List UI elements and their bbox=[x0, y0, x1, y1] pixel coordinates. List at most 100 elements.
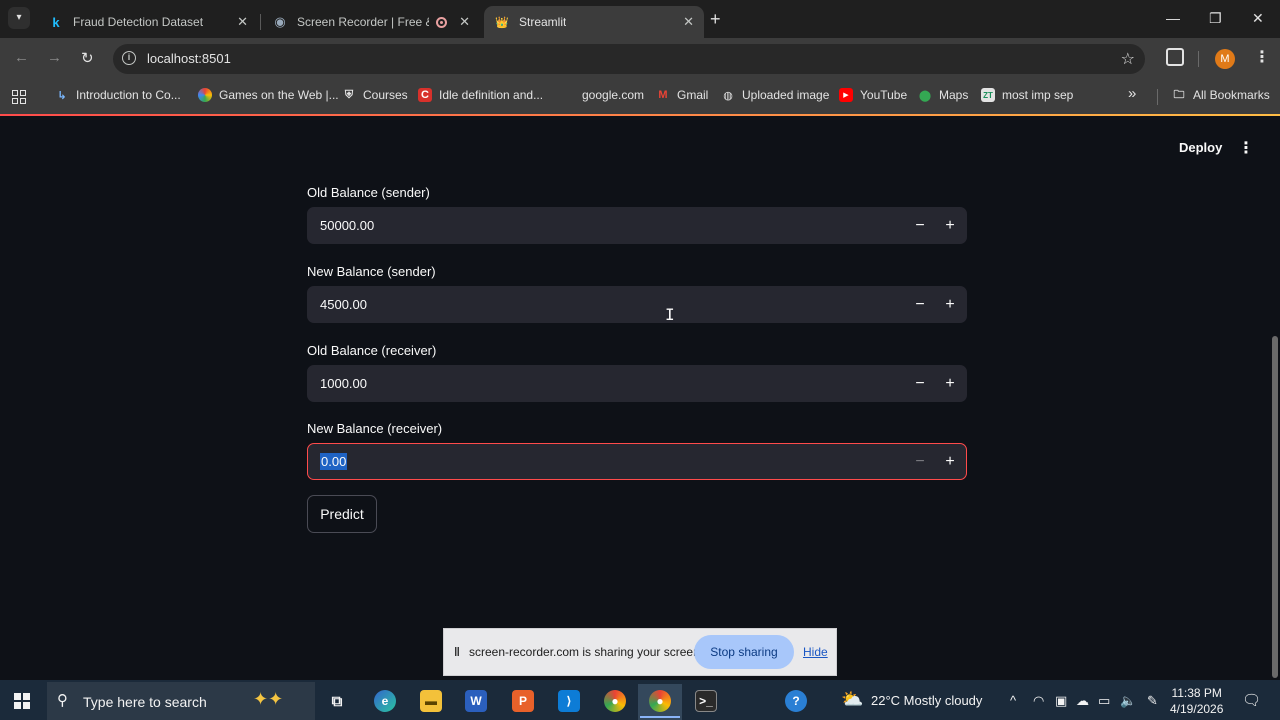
tray-app-icon[interactable]: ▣ bbox=[1055, 693, 1067, 709]
gmail-icon: M bbox=[658, 89, 668, 101]
vscode-icon[interactable]: ⟩ bbox=[558, 690, 580, 712]
more-bookmarks-icon[interactable]: » bbox=[1128, 85, 1136, 102]
bookmark-games[interactable]: Games on the Web |... bbox=[198, 88, 339, 102]
help-icon[interactable]: ? bbox=[785, 690, 807, 712]
onedrive-icon[interactable]: ☁ bbox=[1076, 693, 1089, 709]
page-scrollbar[interactable] bbox=[1272, 336, 1278, 678]
bookmark-label: most imp sep bbox=[1002, 88, 1074, 102]
pen-icon[interactable]: ✎ bbox=[1147, 693, 1158, 709]
chrome-active-icon[interactable]: ● bbox=[649, 690, 671, 712]
extensions-icon[interactable] bbox=[1166, 48, 1184, 66]
increment-button[interactable]: + bbox=[940, 374, 960, 394]
sharing-message: screen-recorder.com is sharing your scre… bbox=[469, 645, 704, 659]
tab-title: Screen Recorder | Free & O bbox=[297, 15, 429, 29]
bookmark-courses[interactable]: ⛨ Courses bbox=[342, 88, 408, 102]
notifications-icon[interactable]: 🗨 bbox=[1242, 691, 1261, 709]
close-icon[interactable]: ✕ bbox=[683, 14, 694, 30]
battery-icon[interactable]: ▭ bbox=[1098, 693, 1110, 709]
tab-fraud-detection-dataset[interactable]: k Fraud Detection Dataset ✕ bbox=[38, 6, 258, 38]
search-placeholder: Type here to search bbox=[83, 694, 207, 710]
increment-button[interactable]: + bbox=[940, 452, 960, 472]
bookmark-label: Games on the Web |... bbox=[219, 88, 339, 102]
close-icon[interactable]: ✕ bbox=[237, 14, 248, 30]
window-close-icon[interactable]: ✕ bbox=[1252, 10, 1264, 27]
bookmark-idle-definition[interactable]: C Idle definition and... bbox=[418, 88, 543, 102]
decrement-button[interactable]: − bbox=[910, 216, 930, 236]
file-explorer-icon[interactable]: ▬ bbox=[420, 690, 442, 712]
site-info-icon[interactable]: i bbox=[122, 51, 136, 65]
stop-sharing-button[interactable]: Stop sharing bbox=[694, 635, 794, 669]
old-balance-receiver-input[interactable]: 1000.00 − + bbox=[307, 365, 967, 402]
apps-grid-icon[interactable] bbox=[12, 90, 26, 104]
windows-start-icon[interactable] bbox=[14, 693, 30, 709]
close-icon[interactable]: ✕ bbox=[459, 14, 470, 30]
address-bar[interactable]: i localhost:8501 ☆ bbox=[113, 44, 1145, 74]
network-icon[interactable]: ◠ bbox=[1033, 693, 1044, 709]
increment-button[interactable]: + bbox=[940, 216, 960, 236]
input-value[interactable]: 50000.00 bbox=[320, 218, 374, 233]
url-text[interactable]: localhost:8501 bbox=[147, 51, 231, 66]
drag-handle-icon[interactable]: ‖ bbox=[454, 645, 460, 659]
profile-avatar[interactable]: M bbox=[1215, 49, 1235, 69]
forward-icon[interactable]: → bbox=[47, 49, 62, 66]
bookmark-most-imp-sep[interactable]: ZT most imp sep bbox=[981, 88, 1073, 102]
tab-streamlit[interactable]: 👑 Streamlit ✕ bbox=[484, 6, 704, 38]
decrement-button[interactable]: − bbox=[910, 452, 930, 472]
tab-screen-recorder[interactable]: ◉ Screen Recorder | Free & O ✕ bbox=[262, 6, 480, 38]
predict-button[interactable]: Predict bbox=[307, 495, 377, 533]
taskbar-search-box[interactable]: ⚲ Type here to search ✦✦ bbox=[47, 682, 315, 720]
bookmarks-bar: ↳ Introduction to Co... Games on the Web… bbox=[0, 80, 1280, 114]
browser-menu-icon[interactable]: ⋮ bbox=[1254, 47, 1270, 67]
old-balance-sender-input[interactable]: 50000.00 − + bbox=[307, 207, 967, 244]
weather-cloud-icon: ⛅ bbox=[841, 689, 864, 709]
new-balance-receiver-input[interactable]: 0.00 − + bbox=[307, 443, 967, 480]
bookmark-label: Courses bbox=[363, 88, 408, 102]
weather-text[interactable]: 22°C Mostly cloudy bbox=[871, 693, 982, 708]
decrement-button[interactable]: − bbox=[910, 374, 930, 394]
input-value[interactable]: 1000.00 bbox=[320, 376, 367, 391]
screen-sharing-bar: ‖ screen-recorder.com is sharing your sc… bbox=[443, 628, 837, 676]
bookmark-youtube[interactable]: ▶ YouTube bbox=[839, 88, 907, 102]
app-icon[interactable]: P bbox=[512, 690, 534, 712]
system-clock[interactable]: 11:38 PM 4/19/2026 bbox=[1170, 685, 1223, 717]
new-balance-sender-input[interactable]: 4500.00 − + bbox=[307, 286, 967, 323]
input-value-selected[interactable]: 0.00 bbox=[320, 453, 348, 470]
word-icon[interactable]: W bbox=[465, 690, 487, 712]
bookmarks-divider bbox=[1157, 89, 1158, 105]
bookmark-maps[interactable]: ⬤ Maps bbox=[918, 88, 969, 102]
chrome-icon[interactable]: ● bbox=[604, 690, 626, 712]
terminal-icon[interactable]: >_ bbox=[695, 690, 717, 712]
old-balance-receiver-label: Old Balance (receiver) bbox=[307, 343, 437, 358]
show-hidden-icons-icon[interactable]: ^ bbox=[1010, 693, 1016, 708]
new-balance-sender-label: New Balance (sender) bbox=[307, 264, 436, 279]
input-value[interactable]: 4500.00 bbox=[320, 297, 367, 312]
bookmark-gmail[interactable]: M Gmail bbox=[656, 88, 708, 102]
bookmark-star-icon[interactable]: ☆ bbox=[1121, 49, 1135, 69]
back-icon[interactable]: ← bbox=[14, 49, 29, 66]
browser-toolbar: ← → ↻ i localhost:8501 ☆ M ⋮ bbox=[0, 38, 1280, 80]
text-cursor-icon: I bbox=[665, 305, 675, 324]
bookmark-uploaded-image[interactable]: ◍ Uploaded image bbox=[721, 88, 829, 102]
minimize-icon[interactable]: — bbox=[1166, 10, 1180, 26]
edge-icon[interactable]: e bbox=[374, 690, 396, 712]
restore-icon[interactable]: ❐ bbox=[1209, 10, 1222, 27]
all-bookmarks-button[interactable]: 🗀 All Bookmarks bbox=[1172, 88, 1270, 102]
increment-button[interactable]: + bbox=[940, 295, 960, 315]
reload-icon[interactable]: ↻ bbox=[81, 49, 94, 67]
new-tab-icon[interactable]: + bbox=[710, 9, 721, 30]
tab-title: Streamlit bbox=[519, 15, 567, 29]
kaggle-icon: k bbox=[52, 14, 60, 30]
hide-link[interactable]: Hide bbox=[803, 645, 828, 659]
app-menu-icon[interactable]: ⋮ bbox=[1238, 138, 1254, 158]
decrement-button[interactable]: − bbox=[910, 295, 930, 315]
search-icon: ⚲ bbox=[57, 692, 68, 709]
bookmark-favicon-icon bbox=[198, 88, 212, 102]
bookmark-introduction[interactable]: ↳ Introduction to Co... bbox=[55, 88, 180, 102]
bookmark-label: Gmail bbox=[677, 88, 709, 102]
deploy-button[interactable]: Deploy bbox=[1179, 140, 1222, 155]
copilot-sparkle-icon: ✦✦ bbox=[253, 689, 284, 709]
volume-icon[interactable]: 🔈 bbox=[1120, 693, 1136, 709]
task-view-icon[interactable]: ⧉ bbox=[326, 690, 348, 712]
bookmark-google[interactable]: google.com bbox=[582, 88, 644, 102]
tab-search-chevron-icon[interactable]: ▾ bbox=[8, 7, 30, 29]
